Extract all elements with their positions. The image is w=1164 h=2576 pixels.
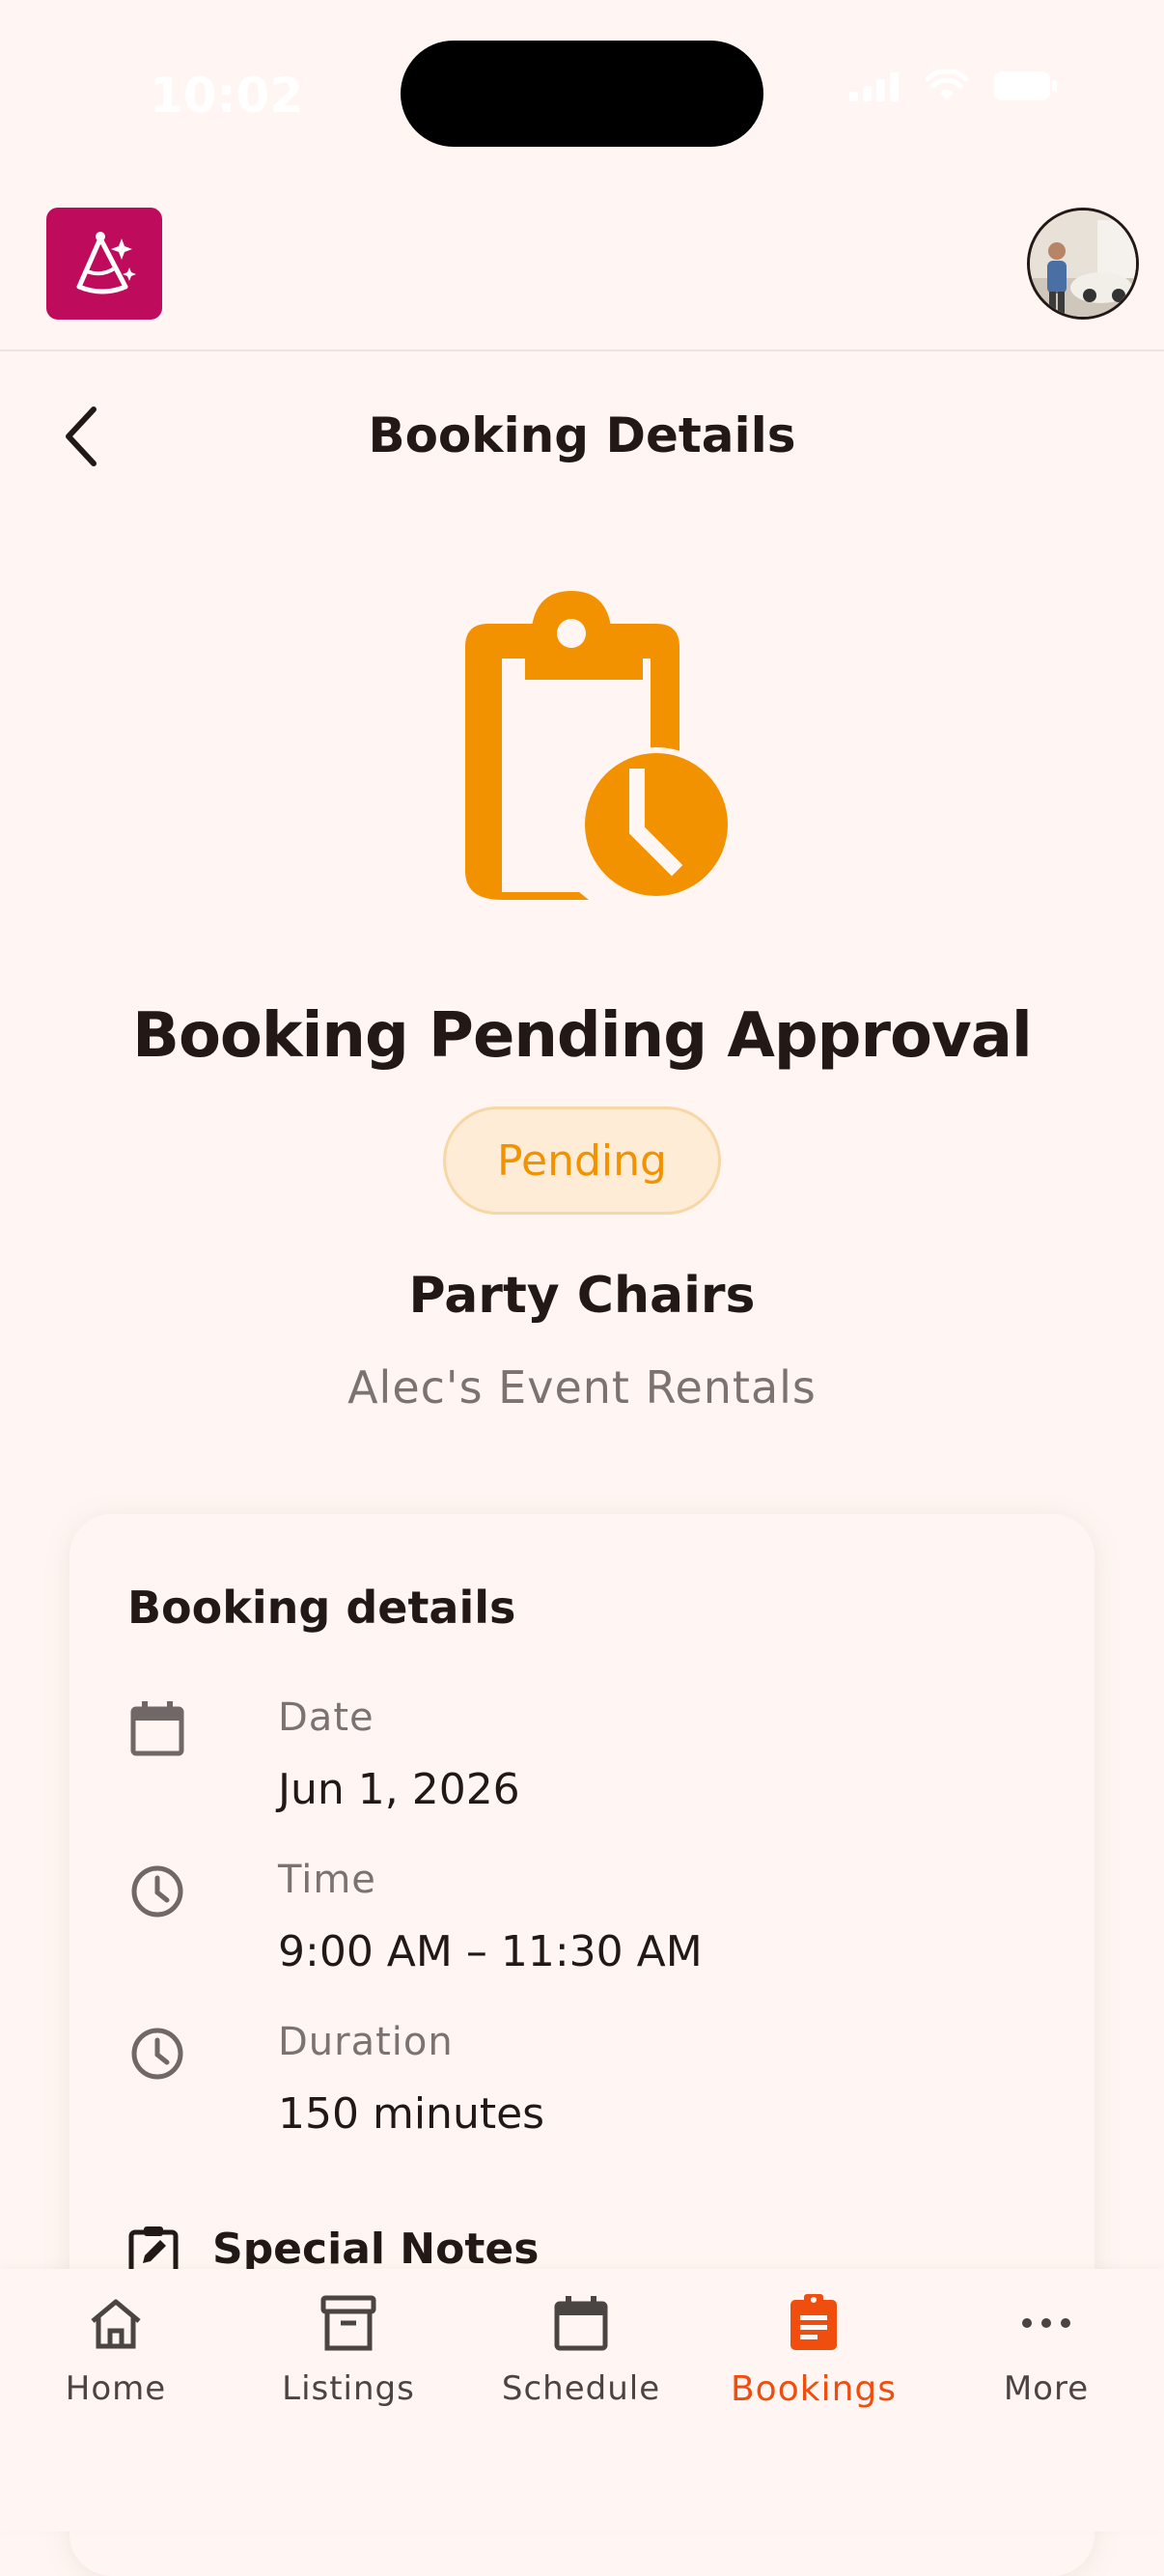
nav-item-listings[interactable]: Listings <box>252 2294 445 2468</box>
nav-item-more[interactable]: More <box>950 2294 1143 2468</box>
nav-item-home[interactable]: Home <box>19 2294 212 2468</box>
status-time: 10:02 <box>150 68 304 124</box>
card-title: Booking details <box>127 1582 516 1634</box>
app-header <box>0 183 1164 351</box>
nav-label: Bookings <box>730 2369 898 2409</box>
detail-value: 9:00 AM – 11:30 AM <box>278 1927 703 1976</box>
calendar-icon <box>554 2296 608 2351</box>
nav-item-schedule[interactable]: Schedule <box>485 2294 678 2468</box>
special-notes-label: Special Notes <box>212 2225 540 2274</box>
nav-label: Home <box>65 2369 167 2408</box>
status-title: Booking Pending Approval <box>132 1000 1033 1072</box>
detail-value: Jun 1, 2026 <box>278 1765 520 1814</box>
party-hat-icon <box>76 232 136 294</box>
status-icons <box>849 70 1058 102</box>
detail-row-time: Time 9:00 AM – 11:30 AM <box>127 1852 996 1987</box>
wifi-icon <box>925 70 969 100</box>
nav-label: Schedule <box>501 2369 661 2408</box>
archive-box-icon <box>320 2295 376 2351</box>
clipboard-list-icon <box>790 2294 837 2350</box>
clipboard-clock-icon <box>454 591 734 910</box>
bottom-nav: Home Listings Schedule Bookings More <box>0 2269 1164 2532</box>
detail-label: Date <box>278 1695 374 1740</box>
vendor-name: Alec's Event Rentals <box>347 1361 817 1414</box>
nav-item-bookings[interactable]: Bookings <box>717 2294 910 2468</box>
nav-label: Listings <box>282 2369 415 2408</box>
avatar[interactable] <box>1027 208 1139 320</box>
listing-name: Party Chairs <box>408 1267 756 1325</box>
battery-icon <box>994 71 1057 100</box>
more-dots-icon <box>1022 2318 1070 2328</box>
app-logo[interactable] <box>46 208 162 320</box>
page-title: Booking Details <box>368 407 796 463</box>
detail-row-duration: Duration 150 minutes <box>127 2014 996 2149</box>
clock-icon <box>131 1865 183 1918</box>
page-header: Booking Details <box>0 350 1164 514</box>
calendar-icon <box>130 1701 184 1756</box>
status-badge: Pending <box>443 1106 721 1215</box>
detail-value: 150 minutes <box>278 2089 545 2139</box>
detail-row-date: Date Jun 1, 2026 <box>127 1690 996 1825</box>
home-icon <box>91 2299 141 2349</box>
detail-label: Time <box>278 1858 376 1902</box>
signal-icon <box>849 72 899 101</box>
status-bar: 10:02 <box>0 0 1164 183</box>
clock-icon <box>131 2028 183 2080</box>
detail-label: Duration <box>278 2020 454 2064</box>
nav-label: More <box>1003 2369 1090 2408</box>
avatar-photo <box>1030 210 1136 317</box>
dynamic-island <box>401 41 763 147</box>
